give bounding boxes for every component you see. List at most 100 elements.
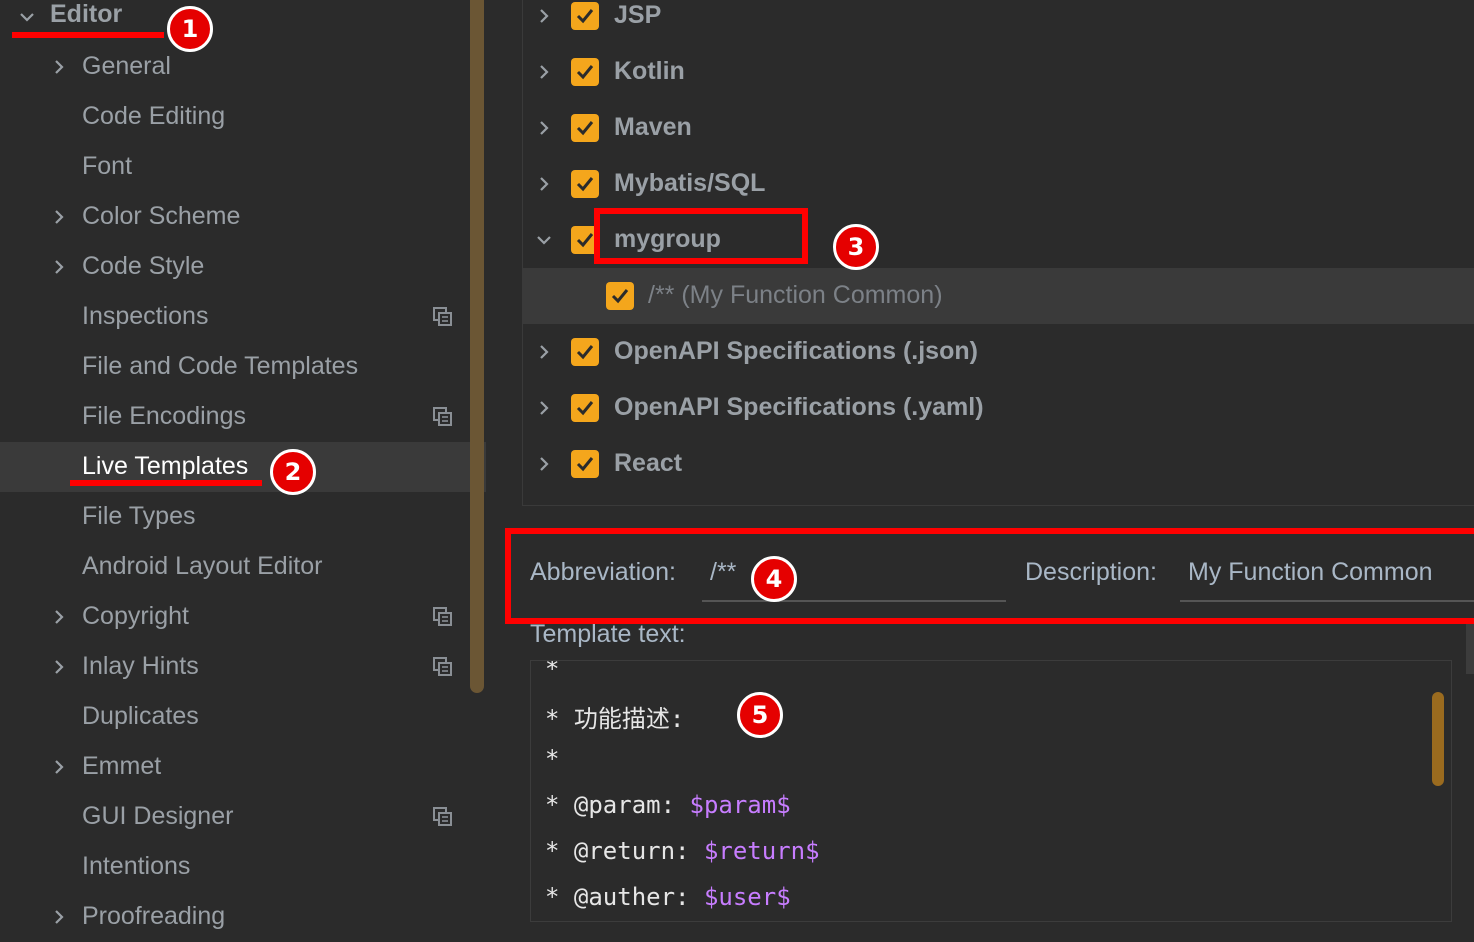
template-text-line: * xyxy=(545,661,559,683)
template-group[interactable]: React xyxy=(523,436,1474,492)
sidebar-item-gui-designer[interactable]: GUI Designer xyxy=(0,792,486,842)
checkbox[interactable] xyxy=(571,394,599,422)
template-text-scrollbar[interactable] xyxy=(1432,692,1444,786)
template-text-editor[interactable]: * * 功能描述: * * @param: $param$ * @return: $re… xyxy=(530,660,1452,922)
template-variable: $user$ xyxy=(703,883,791,911)
sidebar-item-editor[interactable]: Editor xyxy=(0,0,470,32)
template-group[interactable]: OpenAPI Specifications (.json) xyxy=(523,324,1474,380)
chevron-right-icon xyxy=(55,610,64,624)
check-icon xyxy=(576,177,594,192)
template-group[interactable]: OpenAPI Specifications (.yaml) xyxy=(523,380,1474,436)
annotation-box xyxy=(594,208,808,264)
project-scope-icon xyxy=(433,607,452,626)
check-icon xyxy=(576,121,594,136)
template-text-line: * @param: $param$ xyxy=(545,791,791,819)
sidebar-item-font[interactable]: Font xyxy=(0,142,486,192)
check-icon xyxy=(576,457,594,472)
sidebar-item-code-style[interactable]: Code Style xyxy=(0,242,486,292)
sidebar-item-proofreading[interactable]: Proofreading xyxy=(0,892,486,942)
template-text-content: * xyxy=(545,745,560,773)
template-group[interactable]: Maven xyxy=(523,100,1474,156)
project-scope-icon xyxy=(433,807,452,826)
check-icon xyxy=(576,65,594,80)
checkbox[interactable] xyxy=(606,282,634,310)
sidebar-item-label: Duplicates xyxy=(82,701,199,730)
template-group-label: Mybatis/SQL xyxy=(614,168,766,197)
sidebar-item-file-and-code-templates[interactable]: File and Code Templates xyxy=(0,342,486,392)
sidebar-item-label: File Types xyxy=(82,501,196,530)
sidebar-item-label: Inspections xyxy=(82,301,209,330)
annotation-badge: 1 xyxy=(167,6,213,52)
panel-scrollbar[interactable] xyxy=(1466,622,1474,674)
chevron-down-icon xyxy=(20,13,34,22)
chevron-right-icon xyxy=(55,660,64,674)
chevron-right-icon xyxy=(540,457,549,471)
checkbox[interactable] xyxy=(571,58,599,86)
sidebar-item-label: Android Layout Editor xyxy=(82,551,323,580)
sidebar-item-inspections[interactable]: Inspections xyxy=(0,292,486,342)
template-text-content: * @return: xyxy=(545,837,704,865)
sidebar-item-code-editing[interactable]: Code Editing xyxy=(0,92,486,142)
chevron-right-icon xyxy=(540,9,549,23)
annotation-underline xyxy=(12,32,164,38)
sidebar-item-copyright[interactable]: Copyright xyxy=(0,592,486,642)
chevron-right-icon xyxy=(540,401,549,415)
check-icon xyxy=(576,345,594,360)
project-scope-icon xyxy=(433,307,452,326)
sidebar-item-label: File and Code Templates xyxy=(82,351,359,380)
sidebar-item-duplicates[interactable]: Duplicates xyxy=(0,692,486,742)
sidebar-item-label: GUI Designer xyxy=(82,801,234,830)
template-text-line: * xyxy=(545,745,559,773)
sidebar-item-file-encodings[interactable]: File Encodings xyxy=(0,392,486,442)
annotation-underline xyxy=(70,480,262,486)
template-text-label: Template text: xyxy=(530,620,686,648)
template-group[interactable]: JSP xyxy=(523,0,1474,44)
template-text-content: * 功能描述: xyxy=(545,705,685,733)
settings-sidebar: Editor General Code Editing Font Color Sche… xyxy=(0,0,486,933)
template-group[interactable]: Kotlin xyxy=(523,44,1474,100)
sidebar-item-file-types[interactable]: File Types xyxy=(0,492,486,542)
chevron-right-icon xyxy=(540,177,549,191)
sidebar-item-label: Color Scheme xyxy=(82,201,241,230)
annotation-badge: 4 xyxy=(751,556,797,602)
checkbox[interactable] xyxy=(571,114,599,142)
template-group-label: JSP xyxy=(614,0,662,29)
chevron-right-icon xyxy=(540,121,549,135)
sidebar-item-general[interactable]: General xyxy=(0,42,486,92)
template-text-content: * @param: xyxy=(545,791,690,819)
sidebar-item-label: Font xyxy=(82,151,133,180)
sidebar-item-emmet[interactable]: Emmet xyxy=(0,742,486,792)
annotation-badge: 2 xyxy=(270,449,316,495)
check-icon xyxy=(611,289,629,304)
template-group-label: OpenAPI Specifications (.json) xyxy=(614,336,978,365)
sidebar-item-label: Intentions xyxy=(82,851,191,880)
sidebar-item-android-layout-editor[interactable]: Android Layout Editor xyxy=(0,542,486,592)
checkbox[interactable] xyxy=(571,2,599,30)
checkbox[interactable] xyxy=(571,170,599,198)
sidebar-item-label: General xyxy=(82,51,171,80)
annotation-badge: 5 xyxy=(737,692,783,738)
sidebar-item-label: Proofreading xyxy=(82,901,226,930)
chevron-right-icon xyxy=(55,60,64,74)
sidebar-item-label: Live Templates xyxy=(82,451,249,480)
checkbox[interactable] xyxy=(571,338,599,366)
template-text-line: * @auther: $user$ xyxy=(545,883,791,911)
annotation-badge: 3 xyxy=(833,224,879,270)
template-variable: $return$ xyxy=(703,837,820,865)
sidebar-item-inlay-hints[interactable]: Inlay Hints xyxy=(0,642,486,692)
sidebar-scrollbar[interactable] xyxy=(470,0,484,693)
sidebar-item-intentions[interactable]: Intentions xyxy=(0,842,486,892)
template-group[interactable]: Mybatis/SQL xyxy=(523,156,1474,212)
sidebar-item-label: Inlay Hints xyxy=(82,651,199,680)
template-item-label: /** (My Function Common) xyxy=(648,280,943,309)
chevron-right-icon xyxy=(55,260,64,274)
sidebar-item-color-scheme[interactable]: Color Scheme xyxy=(0,192,486,242)
chevron-right-icon xyxy=(55,210,64,224)
chevron-right-icon xyxy=(540,345,549,359)
sidebar-item-label: Editor xyxy=(50,0,123,28)
chevron-right-icon xyxy=(55,760,64,774)
checkbox[interactable] xyxy=(571,450,599,478)
template-item[interactable]: /** (My Function Common) xyxy=(523,268,1474,324)
template-text-line: * @return: $return$ xyxy=(545,837,820,865)
template-text-line: * 功能描述: xyxy=(545,699,684,734)
